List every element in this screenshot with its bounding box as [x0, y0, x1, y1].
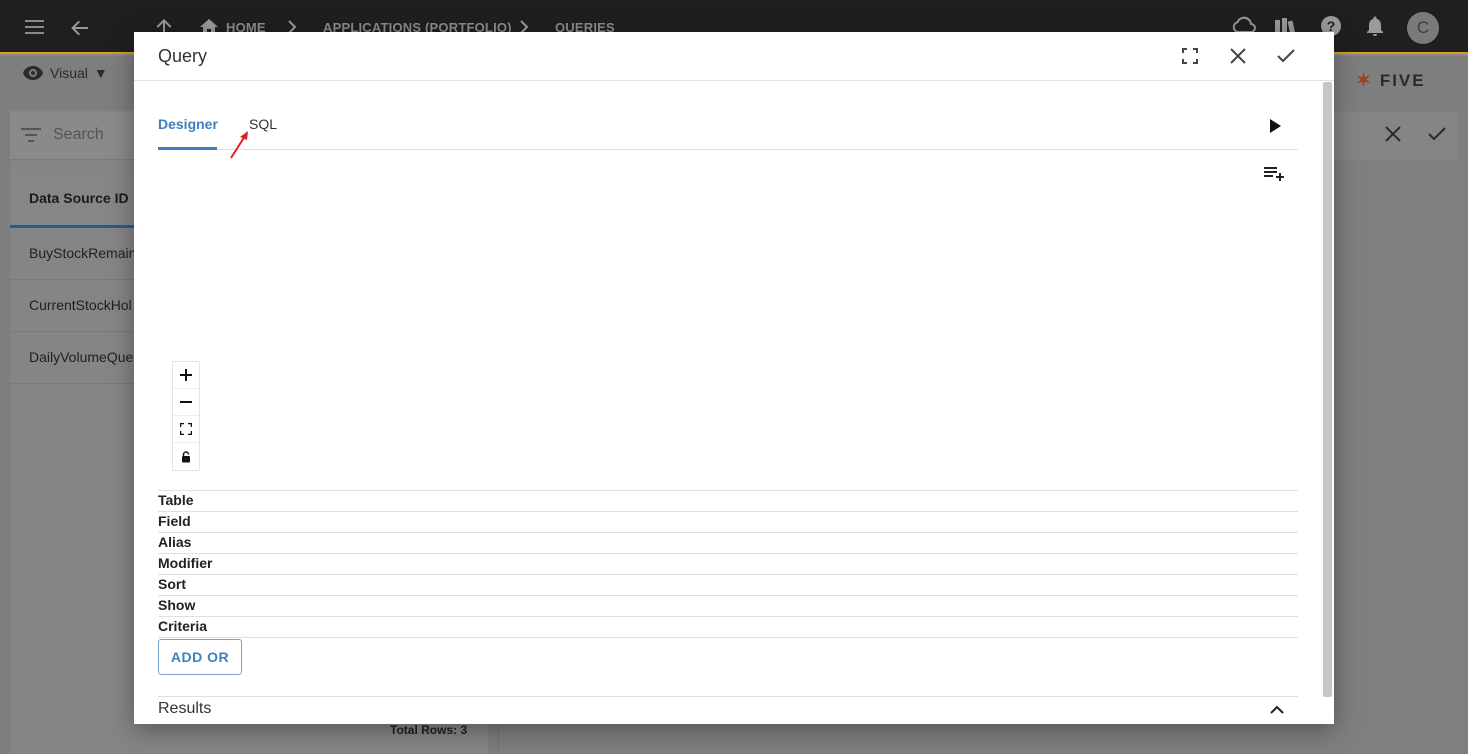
back-arrow-icon[interactable]	[70, 18, 90, 43]
zoom-out-icon[interactable]	[173, 389, 199, 416]
lock-icon[interactable]	[173, 443, 199, 470]
dialog-body: Designer SQL Table Field Alias Modifier …	[158, 82, 1298, 724]
tab-sql[interactable]: SQL	[249, 116, 277, 132]
dialog-header: Query	[134, 32, 1334, 81]
grid-row-table: Table	[158, 491, 1298, 512]
menu-icon[interactable]	[24, 18, 46, 41]
notifications-icon[interactable]	[1366, 15, 1384, 42]
run-query-icon[interactable]	[1262, 114, 1286, 138]
check-icon[interactable]	[1427, 125, 1447, 148]
grid-row-field: Field	[158, 512, 1298, 533]
dialog-scrollbar[interactable]	[1323, 82, 1332, 697]
results-label: Results	[158, 700, 212, 717]
grid-row-sort: Sort	[158, 575, 1298, 596]
search-input[interactable]: Search	[53, 126, 104, 144]
tab-designer[interactable]: Designer	[158, 116, 218, 132]
add-or-button[interactable]: ADD OR	[158, 639, 242, 675]
chevron-up-icon[interactable]	[1270, 705, 1284, 715]
zoom-in-icon[interactable]	[173, 362, 199, 389]
filter-icon	[21, 128, 41, 142]
close-icon[interactable]	[1384, 125, 1402, 148]
fit-view-icon[interactable]	[173, 416, 199, 443]
grid-row-modifier: Modifier	[158, 554, 1298, 575]
dialog-title: Query	[158, 46, 208, 66]
eye-icon	[23, 66, 43, 80]
grid-row-show: Show	[158, 596, 1298, 617]
results-section[interactable]: Results	[158, 696, 1298, 724]
add-table-icon[interactable]	[1262, 162, 1286, 186]
view-mode-selector[interactable]: Visual ▼	[22, 64, 108, 82]
fullscreen-icon[interactable]	[1178, 44, 1202, 68]
confirm-check-icon[interactable]	[1274, 44, 1298, 68]
query-dialog: Query Designer SQL Table Field Alias Mod…	[134, 32, 1334, 724]
grid-row-criteria: Criteria	[158, 617, 1298, 638]
grid-row-alias: Alias	[158, 533, 1298, 554]
canvas-zoom-controls	[172, 361, 200, 471]
active-tab-indicator	[158, 147, 217, 150]
close-icon[interactable]	[1226, 44, 1250, 68]
logo-mark-icon: ✶	[1356, 70, 1374, 90]
list-item-label: CurrentStockHol	[29, 297, 132, 313]
dropdown-caret-icon: ▼	[93, 65, 108, 81]
five-logo: ✶ FIVE	[1356, 70, 1426, 91]
tab-bar: Designer SQL	[158, 112, 1298, 150]
total-rows: Total Rows: 3	[390, 723, 468, 737]
list-item-label: BuyStockRemain	[29, 245, 137, 261]
avatar[interactable]: C	[1407, 12, 1439, 44]
column-header-label: Data Source ID	[29, 190, 129, 206]
list-item-label: DailyVolumeQue	[29, 349, 134, 365]
view-mode-label: Visual	[50, 65, 88, 81]
logo-text: FIVE	[1379, 71, 1426, 90]
query-criteria-grid: Table Field Alias Modifier Sort Show Cri…	[158, 490, 1298, 638]
